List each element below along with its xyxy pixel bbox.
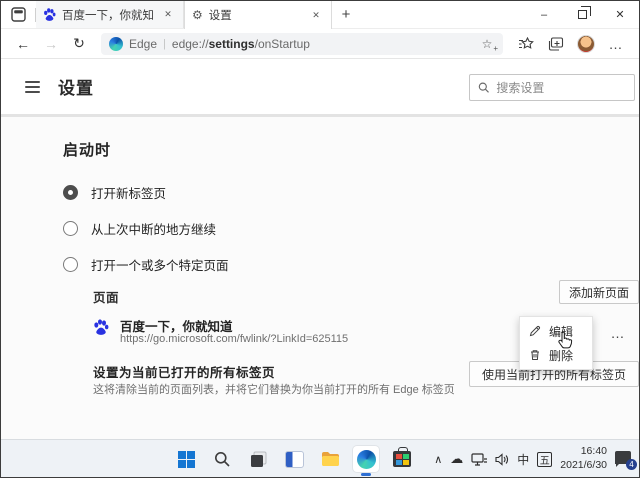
edge-logo-icon [357,450,376,469]
plus-icon: + [493,44,498,53]
page-title: 设置 [58,74,94,99]
settings-search-box[interactable] [469,74,635,101]
back-button[interactable]: ← [11,32,35,56]
favorites-star-icon [518,37,534,51]
tab-baidu[interactable]: 百度一下，你就知道 ✕ [36,1,184,28]
url-scheme: edge:// [172,37,209,51]
edge-logo-icon [109,37,123,51]
address-bar[interactable]: Edge | edge://settings/onStartup ☆+ [101,33,503,55]
mouse-cursor-icon [557,331,574,350]
taskbar-center-icons [173,440,415,478]
window-close-button[interactable]: ✕ [601,1,639,28]
collections-button[interactable] [543,32,569,56]
clock-date: 2021/6/30 [560,459,607,473]
tab-title: 设置 [209,7,302,23]
section-heading-startup: 启动时 [63,139,111,160]
search-icon [478,81,489,94]
set-current-tabs-description: 这将清除当前的页面列表，并将它们替换为你当前打开的所有 Edge 标签页 [93,381,455,397]
browser-menu-button[interactable]: … [603,32,629,56]
page-entry-context-menu: 编辑 删除 [519,316,593,370]
add-favorite-button[interactable]: ☆+ [479,37,495,51]
notification-center-button[interactable]: 4 [615,451,633,467]
new-tab-button[interactable]: + [332,1,360,28]
taskbar-clock[interactable]: 16:40 2021/6/30 [560,445,607,472]
window-minimize-button[interactable]: – [525,1,563,28]
pencil-icon [529,325,541,337]
folder-icon [321,451,340,467]
trash-icon [529,349,541,361]
store-bag-icon [393,451,411,467]
tab-settings[interactable]: ⚙ 设置 ✕ [184,1,332,29]
profile-avatar [577,35,595,53]
tab-close-button[interactable]: ✕ [308,7,324,23]
network-icon[interactable] [471,453,487,466]
browser-toolbar: ← → ↻ Edge | edge://settings/onStartup ☆… [1,29,639,59]
page-entry-url: https://go.microsoft.com/fwlink/?LinkId=… [120,333,348,345]
refresh-button[interactable]: ↻ [67,32,91,56]
system-tray: ∧ ☁ 中 五 16:40 2021/6/30 4 [434,440,633,478]
task-view-icon [250,451,267,468]
titlebar-drag-area [360,1,525,28]
radio-unselected-icon[interactable] [63,257,78,272]
start-button[interactable] [173,446,199,472]
pages-group-label: 页面 [93,287,119,306]
forward-button: → [39,32,63,56]
url-divider: | [163,38,166,50]
settings-gear-icon: ⚙ [192,9,203,21]
more-icon: … [609,36,624,52]
context-menu-delete[interactable]: 删除 [520,343,592,367]
microsoft-store-button[interactable] [389,446,415,472]
favorites-button[interactable] [513,32,539,56]
baidu-paw-icon [43,8,56,21]
radio-option-specific-pages[interactable]: 打开一个或多个特定页面 [63,255,229,273]
collections-icon [548,37,564,51]
url-host: settings [209,37,255,51]
taskbar-search-button[interactable] [209,446,235,472]
page-entry-more-button[interactable]: … [605,322,631,344]
settings-menu-button[interactable] [25,81,40,93]
radio-selected-icon[interactable] [63,185,78,200]
ime-language-indicator[interactable]: 中 [517,451,529,468]
radio-label: 从上次中断的地方继续 [91,219,216,238]
edge-browser-button[interactable] [353,446,379,472]
tab-actions-icon [11,7,26,22]
radio-unselected-icon[interactable] [63,221,78,236]
windows-logo-icon [178,451,195,468]
star-icon: ☆ [482,37,493,51]
widgets-button[interactable] [281,446,307,472]
add-new-page-button[interactable]: 添加新页面 [559,280,639,304]
tab-actions-menu-button[interactable] [1,1,35,28]
radio-label: 打开一个或多个特定页面 [91,255,229,274]
site-label: Edge [129,37,157,51]
context-menu-edit[interactable]: 编辑 [520,319,592,343]
file-explorer-button[interactable] [317,446,343,472]
radio-option-continue[interactable]: 从上次中断的地方继续 [63,219,216,237]
url-path: /onStartup [255,37,310,51]
tray-chevron-icon[interactable]: ∧ [434,453,442,466]
ime-mode-indicator[interactable]: 五 [537,452,552,467]
volume-icon[interactable] [495,453,509,466]
tab-close-button[interactable]: ✕ [160,7,176,23]
radio-option-new-tab[interactable]: 打开新标签页 [63,183,166,201]
clock-time: 16:40 [560,445,607,459]
settings-header: 设置 [1,59,639,117]
settings-content: 启动时 打开新标签页 从上次中断的地方继续 打开一个或多个特定页面 页面 添加新… [1,117,639,441]
task-view-button[interactable] [245,446,271,472]
restore-icon [578,10,587,19]
tab-title: 百度一下，你就知道 [62,7,154,23]
baidu-favicon [93,319,109,335]
window-restore-button[interactable] [563,1,601,28]
widgets-icon [285,451,304,468]
profile-button[interactable] [573,32,599,56]
browser-titlebar: 百度一下，你就知道 ✕ ⚙ 设置 ✕ + – ✕ [1,1,639,29]
notification-badge: 4 [626,459,637,470]
onedrive-cloud-icon[interactable]: ☁ [450,451,463,467]
url-text[interactable]: edge://settings/onStartup [172,37,473,51]
settings-search-input[interactable] [496,81,626,95]
search-icon [214,451,230,467]
set-current-tabs-title: 设置为当前已打开的所有标签页 [93,362,275,381]
windows-taskbar: ∧ ☁ 中 五 16:40 2021/6/30 4 [1,439,639,477]
radio-label: 打开新标签页 [91,183,166,202]
